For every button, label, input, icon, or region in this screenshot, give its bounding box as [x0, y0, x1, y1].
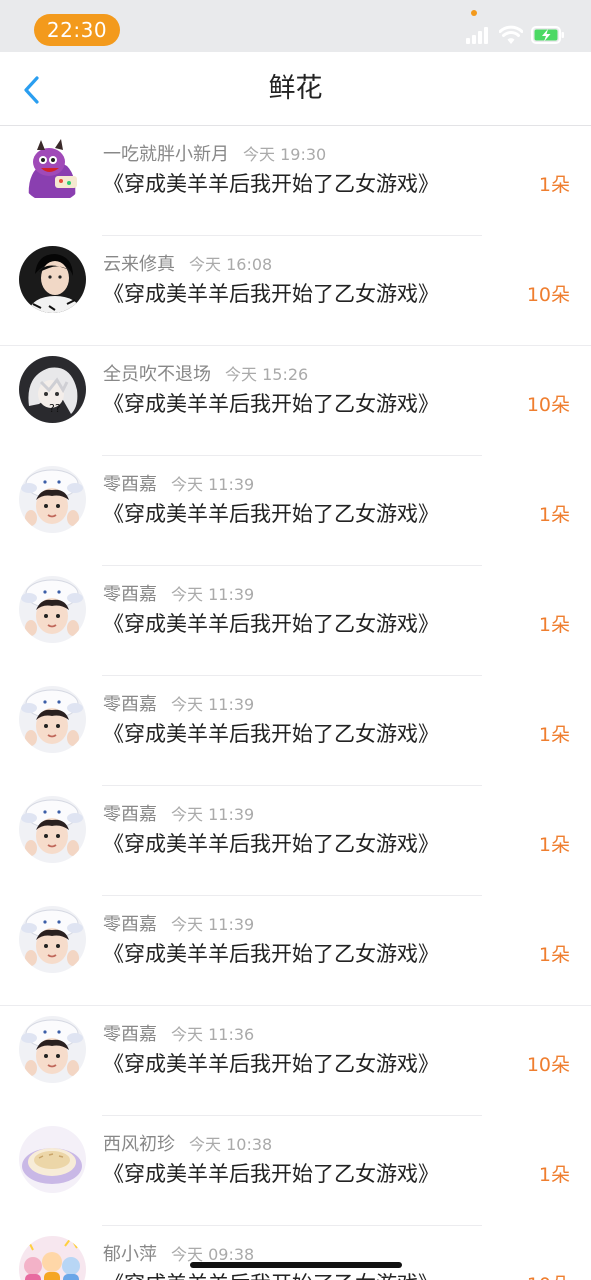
list-item[interactable]: ?? 全员吹不退场 今天 15:26 《穿成美羊羊后我开始了乙女游戏》 10朵: [0, 346, 591, 456]
flower-count: 1朵: [538, 1164, 570, 1186]
status-time: 22:30: [34, 14, 120, 46]
timestamp: 今天 11:39: [171, 585, 255, 604]
flower-count: 1朵: [538, 724, 570, 746]
user-name-text[interactable]: 零酉嘉: [103, 584, 157, 605]
user-name-text[interactable]: 云来修真: [103, 254, 175, 275]
timestamp: 今天 19:30: [243, 145, 327, 164]
user-name[interactable]: 一吃就胖小新月 今天 19:30: [103, 140, 326, 166]
avatar[interactable]: [19, 576, 86, 643]
flower-count: 1朵: [538, 614, 570, 636]
user-name[interactable]: 零酉嘉 今天 11:39: [103, 800, 254, 826]
user-name-text[interactable]: 一吃就胖小新月: [103, 144, 229, 165]
list-item[interactable]: 零酉嘉 今天 11:39 《穿成美羊羊后我开始了乙女游戏》 1朵: [0, 896, 591, 1006]
timestamp: 今天 11:39: [171, 915, 255, 934]
user-name[interactable]: 零酉嘉 今天 11:39: [103, 470, 254, 496]
book-title[interactable]: 《穿成美羊羊后我开始了乙女游戏》: [103, 1048, 439, 1078]
wifi-icon: [499, 25, 523, 44]
book-title[interactable]: 《穿成美羊羊后我开始了乙女游戏》: [103, 388, 439, 418]
avatar[interactable]: [19, 796, 86, 863]
avatar[interactable]: [19, 686, 86, 753]
list-item[interactable]: 零酉嘉 今天 11:39 《穿成美羊羊后我开始了乙女游戏》 1朵: [0, 786, 591, 896]
flower-count: 10朵: [526, 1054, 570, 1076]
home-indicator: [190, 1262, 402, 1268]
flower-count: 10朵: [526, 284, 570, 306]
avatar[interactable]: [19, 1236, 86, 1280]
book-title[interactable]: 《穿成美羊羊后我开始了乙女游戏》: [103, 1158, 439, 1188]
book-title[interactable]: 《穿成美羊羊后我开始了乙女游戏》: [103, 278, 439, 308]
flower-gift-list: 一吃就胖小新月 今天 19:30 《穿成美羊羊后我开始了乙女游戏》 1朵 云来修真 今天 …: [0, 126, 591, 1280]
timestamp: 今天 16:08: [189, 255, 273, 274]
user-name-text[interactable]: 零酉嘉: [103, 694, 157, 715]
user-name[interactable]: 零酉嘉 今天 11:39: [103, 580, 254, 606]
book-title[interactable]: 《穿成美羊羊后我开始了乙女游戏》: [103, 608, 439, 638]
book-title[interactable]: 《穿成美羊羊后我开始了乙女游戏》: [103, 498, 439, 528]
list-item[interactable]: 零酉嘉 今天 11:39 《穿成美羊羊后我开始了乙女游戏》 1朵: [0, 456, 591, 566]
avatar[interactable]: ??: [19, 356, 86, 423]
user-name[interactable]: 西风初珍 今天 10:38: [103, 1130, 272, 1156]
flower-count: 1朵: [538, 174, 570, 196]
nav-header: 鲜花: [0, 52, 591, 126]
book-title[interactable]: 《穿成美羊羊后我开始了乙女游戏》: [103, 718, 439, 748]
list-item[interactable]: 一吃就胖小新月 今天 19:30 《穿成美羊羊后我开始了乙女游戏》 1朵: [0, 126, 591, 236]
chevron-left-icon[interactable]: [16, 72, 48, 108]
timestamp: 今天 10:38: [189, 1135, 273, 1154]
flower-count: 10朵: [527, 1270, 570, 1280]
book-title[interactable]: 《穿成美羊羊后我开始了乙女游戏》: [103, 828, 439, 858]
timestamp: 今天 11:39: [171, 695, 255, 714]
avatar[interactable]: [19, 1126, 86, 1193]
list-item[interactable]: 零酉嘉 今天 11:39 《穿成美羊羊后我开始了乙女游戏》 1朵: [0, 676, 591, 786]
flower-count: 1朵: [538, 834, 570, 856]
user-name-text[interactable]: 零酉嘉: [103, 914, 157, 935]
avatar[interactable]: [19, 136, 86, 203]
avatar[interactable]: [19, 466, 86, 533]
user-name-text[interactable]: 西风初珍: [103, 1134, 175, 1155]
list-item[interactable]: 西风初珍 今天 10:38 《穿成美羊羊后我开始了乙女游戏》 1朵: [0, 1116, 591, 1226]
list-item[interactable]: 郁小萍今天 09:38《穿成美羊羊后我开始了乙女游戏》10朵: [0, 1226, 591, 1280]
user-name[interactable]: 零酉嘉 今天 11:39: [103, 910, 254, 936]
user-name-text[interactable]: 零酉嘉: [103, 1024, 157, 1045]
timestamp: 今天 11:39: [171, 475, 255, 494]
cellular-signal-icon: [466, 27, 492, 44]
timestamp: 今天 11:39: [171, 805, 255, 824]
user-name-text[interactable]: 全员吹不退场: [103, 364, 211, 385]
page-title: 鲜花: [268, 73, 323, 104]
svg-text:??: ??: [49, 402, 61, 415]
list-item[interactable]: 零酉嘉 今天 11:39 《穿成美羊羊后我开始了乙女游戏》 1朵: [0, 566, 591, 676]
avatar[interactable]: [19, 1016, 86, 1083]
user-name-text[interactable]: 零酉嘉: [103, 474, 157, 495]
timestamp: 今天 15:26: [225, 365, 309, 384]
recording-dot-icon: [471, 10, 477, 16]
flower-count: 1朵: [538, 944, 570, 966]
battery-charging-icon: [531, 26, 564, 44]
user-name[interactable]: 零酉嘉 今天 11:39: [103, 690, 254, 716]
timestamp: 今天 11:36: [171, 1025, 255, 1044]
user-name-text[interactable]: 零酉嘉: [103, 804, 157, 825]
avatar[interactable]: [19, 906, 86, 973]
flower-count: 1朵: [538, 504, 570, 526]
list-item[interactable]: 零酉嘉 今天 11:36 《穿成美羊羊后我开始了乙女游戏》 10朵: [0, 1006, 591, 1116]
status-bar: 22:30: [0, 0, 591, 52]
book-title[interactable]: 《穿成美羊羊后我开始了乙女游戏》: [103, 938, 439, 968]
book-title[interactable]: 《穿成美羊羊后我开始了乙女游戏》: [103, 168, 439, 198]
user-name[interactable]: 全员吹不退场 今天 15:26: [103, 360, 308, 386]
book-title[interactable]: 《穿成美羊羊后我开始了乙女游戏》: [103, 1268, 439, 1280]
user-name[interactable]: 零酉嘉 今天 11:36: [103, 1020, 254, 1046]
avatar[interactable]: [19, 246, 86, 313]
user-name[interactable]: 云来修真 今天 16:08: [103, 250, 272, 276]
user-name-text[interactable]: 郁小萍: [103, 1244, 157, 1265]
list-item[interactable]: 云来修真 今天 16:08 《穿成美羊羊后我开始了乙女游戏》 10朵: [0, 236, 591, 346]
flower-count: 10朵: [526, 394, 570, 416]
